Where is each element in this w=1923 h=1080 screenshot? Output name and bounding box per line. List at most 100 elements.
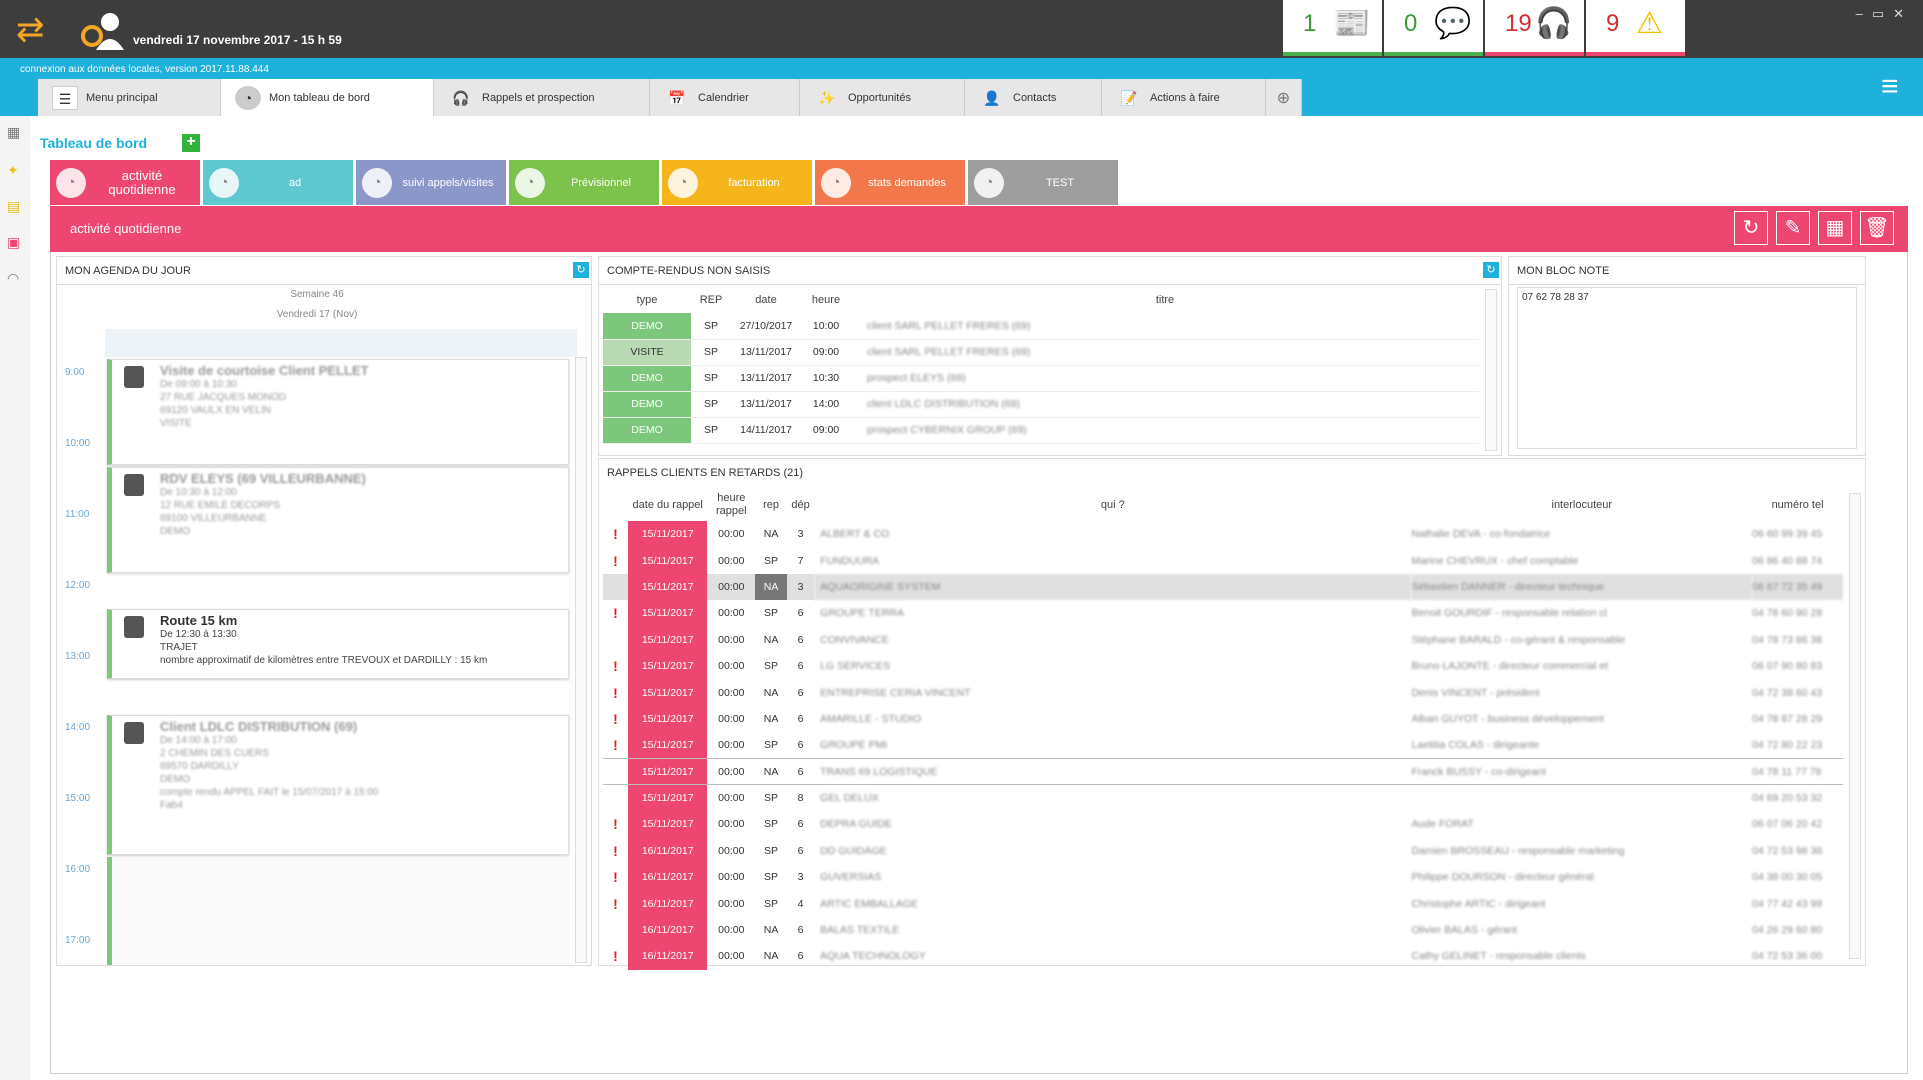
tab-calendrier[interactable]: 📅 Calendrier: [650, 79, 800, 116]
table-row[interactable]: 15/11/2017 00:00 SP 8 GEL DELUX 04 69 20 53 3…: [603, 784, 1843, 812]
column-header[interactable]: type: [603, 287, 691, 313]
table-row[interactable]: DEMO SP 13/11/2017 10:30 prospect ELEYS (69): [603, 365, 1479, 391]
column-header[interactable]: date du rappel: [628, 489, 707, 521]
table-row[interactable]: 15/11/2017 00:00 NA 6 TRANS 69 LOGISTIQUE Fra…: [603, 758, 1843, 786]
refresh-button[interactable]: ↻: [1734, 211, 1768, 245]
event-detail: DEMO: [160, 526, 190, 537]
refresh-icon[interactable]: ↻: [1483, 262, 1499, 278]
column-header[interactable]: qui ?: [814, 489, 1411, 521]
alerts-counter[interactable]: 9 ⚠: [1586, 0, 1685, 56]
calls-counter[interactable]: 19 🎧: [1485, 0, 1584, 56]
table-row[interactable]: ! 15/11/2017 00:00 NA 6 ENTREPRISE CERIA VINC…: [603, 679, 1843, 706]
tab-opportunites[interactable]: ✨ Opportunités: [800, 79, 965, 116]
tab-mon-tableau-de-bord[interactable]: ◔ Mon tableau de bord: [221, 79, 434, 116]
callback-company: ENTREPRISE CERIA VINCENT: [820, 686, 971, 699]
hamburger-menu-icon[interactable]: ≡: [1881, 72, 1911, 104]
tab-rappels-prospection[interactable]: 🎧 Rappels et prospection: [434, 79, 650, 116]
agenda-scrollbar[interactable]: [575, 357, 587, 963]
table-row[interactable]: ! 15/11/2017 00:00 SP 6 GROUPE TERRA Benoit GO…: [603, 600, 1843, 627]
chat-count: 0: [1404, 10, 1418, 37]
table-row[interactable]: ! 16/11/2017 00:00 NA 6 AQUA TECHNOLOGY Cathy …: [603, 943, 1843, 970]
callback-contact: Philippe DOURSON - directeur général: [1411, 871, 1594, 884]
window-controls[interactable]: –▭✕: [1856, 6, 1913, 22]
table-row[interactable]: DEMO SP 27/10/2017 10:00 client SARL PELLET …: [603, 313, 1479, 339]
dashboard-tab[interactable]: ◔ suivi appels/visites: [356, 160, 506, 205]
report-type: DEMO: [603, 365, 691, 391]
table-row[interactable]: ! 16/11/2017 00:00 SP 4 ARTIC EMBALLAGE Christ…: [603, 890, 1843, 917]
table-row[interactable]: 15/11/2017 00:00 NA 3 AQUAORIGINE SYSTEM Séba…: [603, 573, 1843, 601]
agenda-event[interactable]: Visite de courtoise Client PELLET De 09:0…: [107, 359, 569, 465]
add-tab-button[interactable]: ⊕: [1266, 79, 1302, 116]
dashboard-tab[interactable]: ◔ ad: [203, 160, 353, 205]
agenda-event[interactable]: Client LDLC DISTRIBUTION (69) De 14:00 à …: [107, 715, 569, 855]
callback-contact: Damien BROSSEAU - responsable marketing: [1411, 844, 1625, 857]
table-row[interactable]: ! 15/11/2017 00:00 SP 6 DEPRA GUIDE Aude FORAT…: [603, 811, 1843, 838]
tab-contacts[interactable]: 👤 Contacts: [965, 79, 1102, 116]
reports-scrollbar[interactable]: [1485, 289, 1497, 451]
agenda-event[interactable]: Route 15 km De 12:30 à 13:30 TRAJET nombre …: [107, 609, 569, 679]
table-row[interactable]: VISITE SP 13/11/2017 09:00 client SARL PELLE…: [603, 339, 1479, 365]
column-header[interactable]: titre: [851, 287, 1479, 313]
edit-button[interactable]: ✎: [1776, 211, 1810, 245]
column-header[interactable]: numéro tel: [1752, 489, 1843, 521]
column-header[interactable]: interlocuteur: [1411, 489, 1752, 521]
table-row[interactable]: ! 15/11/2017 00:00 SP 6 LG SERVICES Bruno LAJO…: [603, 652, 1843, 680]
layout-button[interactable]: ▦: [1818, 211, 1852, 245]
calendar-icon[interactable]: ▣: [7, 234, 20, 251]
chat-counter[interactable]: 0 💬: [1384, 0, 1483, 56]
callback-date: 16/11/2017: [627, 890, 708, 917]
news-counter[interactable]: 1 📰: [1283, 0, 1382, 56]
callback-phone: 06 67 72 35 49: [1752, 573, 1843, 601]
dashboard-tab[interactable]: ◔ facturation: [662, 160, 812, 205]
event-detail: nombre approximatif de kilomètres entre …: [160, 655, 488, 666]
callback-phone: 06 07 90 80 83: [1752, 660, 1823, 673]
table-row[interactable]: DEMO SP 14/11/2017 09:00 prospect CYBERNIX G…: [603, 417, 1479, 443]
table-row[interactable]: ! 15/11/2017 00:00 NA 3 ALBERT & CO Nathalie D…: [603, 521, 1843, 548]
table-row[interactable]: 16/11/2017 00:00 NA 6 BALAS TEXTILE Olivier B…: [603, 916, 1843, 944]
callback-time: 00:00: [718, 712, 745, 725]
note-icon[interactable]: ▤: [7, 198, 20, 215]
column-header[interactable]: heure rappel: [707, 489, 755, 521]
notepad-textarea[interactable]: 07 62 78 28 37: [1517, 287, 1857, 449]
agenda-event[interactable]: RDV ELEYS (69 VILLEURBANNE) De 10:30 à 12…: [107, 467, 569, 573]
callback-phone: 04 72 80 22 23: [1752, 739, 1823, 752]
hour-label: 14:00: [65, 722, 91, 733]
dashboard-tab[interactable]: ◔ Prévisionnel: [509, 160, 659, 205]
table-row[interactable]: ! 16/11/2017 00:00 SP 3 GUVERSIAS Philippe DOU…: [603, 864, 1843, 891]
dashboard-tab[interactable]: ◔ activité quotidienne: [50, 160, 200, 205]
column-header[interactable]: rep: [755, 489, 787, 521]
table-row[interactable]: 15/11/2017 00:00 NA 6 CONVIVANCE Stéphane BAR…: [603, 626, 1843, 653]
user-sync-icon[interactable]: [78, 10, 126, 50]
callback-date: 15/11/2017: [627, 758, 708, 786]
column-header[interactable]: REP: [691, 287, 731, 313]
overdue-flag: !: [613, 710, 618, 727]
tab-actions-a-faire[interactable]: 📝 Actions à faire: [1102, 79, 1266, 116]
table-row[interactable]: ! 15/11/2017 00:00 NA 6 AMARILLE - STUDIO Alba…: [603, 705, 1843, 733]
table-row[interactable]: ! 16/11/2017 00:00 SP 6 DD GUIDAGE Damien BROS…: [603, 837, 1843, 865]
table-row[interactable]: ! 15/11/2017 00:00 SP 7 FUNDUURA Marine CHEVRU…: [603, 547, 1843, 574]
event-detail: DEMO: [160, 774, 190, 785]
column-header[interactable]: heure: [801, 287, 851, 313]
column-header[interactable]: date: [731, 287, 801, 313]
sync-arrows-icon[interactable]: ⇄: [16, 13, 45, 47]
tab-menu-principal[interactable]: ☰ Menu principal: [38, 79, 221, 116]
column-header[interactable]: dép: [787, 489, 814, 521]
contacts-icon[interactable]: ▦: [7, 124, 20, 141]
headset-icon[interactable]: ◠: [7, 270, 19, 287]
table-row[interactable]: ! 15/11/2017 00:00 SP 6 GROUPE PMI Laetitia CO…: [603, 732, 1843, 759]
overdue-flag: !: [613, 658, 618, 675]
callback-dept: 6: [797, 739, 804, 752]
callbacks-scrollbar[interactable]: [1849, 493, 1861, 959]
callback-dept: 3: [786, 573, 815, 601]
dashboard-tab[interactable]: ◔ TEST: [968, 160, 1118, 205]
delete-button[interactable]: 🗑: [1860, 211, 1894, 245]
add-dashboard-button[interactable]: +: [182, 134, 200, 152]
table-row[interactable]: DEMO SP 13/11/2017 14:00 client LDLC DISTRIB…: [603, 391, 1479, 417]
refresh-icon[interactable]: ↻: [573, 262, 589, 278]
opportunity-icon[interactable]: ✦: [7, 162, 19, 179]
callback-rep: SP: [764, 818, 779, 831]
overdue-flag: [603, 758, 628, 786]
callback-dept: 3: [797, 528, 804, 541]
dashboard-tab[interactable]: ◔ stats demandes: [815, 160, 965, 205]
callback-company: FUNDUURA: [820, 554, 880, 567]
